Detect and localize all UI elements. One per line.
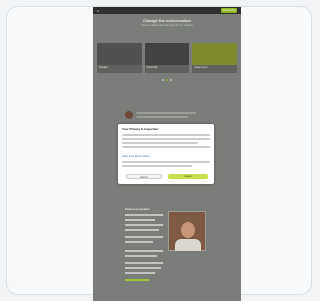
accent-link-line[interactable]	[125, 279, 149, 281]
text-line	[125, 219, 155, 221]
speaker-portrait	[168, 211, 206, 251]
menu-icon[interactable]: ≡	[97, 9, 99, 13]
dialog-text-line	[122, 142, 198, 144]
carousel-dot[interactable]	[162, 79, 164, 81]
text-line	[125, 272, 155, 274]
dialog-text-line	[122, 161, 210, 163]
text-line	[125, 214, 163, 216]
text-line	[125, 262, 163, 264]
dialog-text-line	[122, 138, 210, 140]
text-line	[125, 250, 163, 252]
portrait-shirt	[175, 239, 201, 251]
carousel-dots	[159, 79, 175, 82]
cookie-consent-dialog: Your Privacy Is Important Learn more abo…	[118, 124, 214, 184]
author-avatar	[125, 111, 133, 119]
hero-title: Change the conversation	[143, 18, 191, 23]
learn-more-link[interactable]: Learn more about cookies	[122, 155, 150, 158]
hero-subtitle: Stories, ideas and community for our rea…	[141, 24, 193, 27]
text-line	[125, 267, 161, 269]
text-line	[136, 112, 196, 114]
text-line	[125, 229, 159, 231]
carousel-card[interactable]: Speaker	[97, 43, 142, 73]
carousel-caption: Green event	[194, 66, 208, 69]
decline-button[interactable]: Decline	[126, 174, 162, 179]
dialog-text-line	[122, 146, 210, 148]
carousel-card[interactable]: Green event	[192, 43, 238, 73]
text-line	[125, 255, 157, 257]
text-line	[125, 224, 163, 226]
section-title: Featured speaker	[125, 207, 150, 211]
text-line	[125, 236, 163, 238]
site-header: ≡ Subscribe	[93, 7, 241, 14]
carousel-image	[144, 43, 190, 65]
carousel-image	[97, 43, 142, 65]
dialog-text-line	[122, 134, 210, 136]
carousel-dot-active[interactable]	[166, 79, 168, 81]
carousel-card[interactable]: Panel talk	[144, 43, 190, 73]
portrait-face	[181, 222, 195, 238]
subscribe-button[interactable]: Subscribe	[221, 8, 237, 13]
carousel-caption: Panel talk	[146, 66, 158, 69]
dialog-title: Your Privacy Is Important	[122, 127, 159, 131]
text-line	[136, 116, 188, 118]
accept-button[interactable]: Accept	[168, 174, 208, 179]
text-line	[125, 241, 153, 243]
carousel-dot[interactable]	[170, 79, 172, 81]
thumbnail-carousel: Speaker Panel talk Green event	[97, 43, 238, 73]
carousel-image	[192, 43, 238, 65]
dialog-text-line	[122, 165, 192, 167]
carousel-caption: Speaker	[99, 66, 108, 69]
